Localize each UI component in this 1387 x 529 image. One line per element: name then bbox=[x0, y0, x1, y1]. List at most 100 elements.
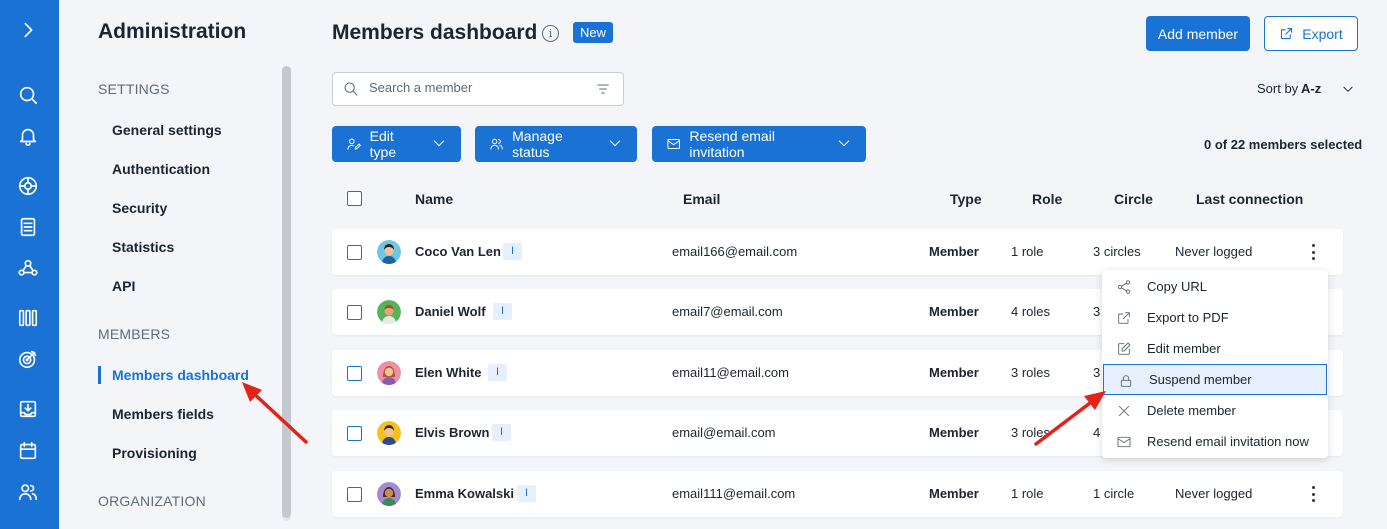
member-name[interactable]: Daniel Wolf bbox=[415, 304, 486, 319]
sidebar-item-general-settings[interactable]: General settings bbox=[112, 122, 222, 138]
target-icon[interactable] bbox=[17, 348, 39, 370]
filter-icon[interactable] bbox=[595, 81, 611, 97]
menu-item-export-pdf[interactable]: Export to PDF bbox=[1102, 302, 1328, 333]
menu-item-copy-url[interactable]: Copy URL bbox=[1102, 271, 1328, 302]
add-member-button[interactable]: Add member bbox=[1146, 16, 1250, 51]
member-type: Member bbox=[929, 304, 979, 319]
menu-item-suspend-member[interactable]: Suspend member bbox=[1103, 364, 1327, 395]
member-circle: 3 bbox=[1093, 365, 1101, 380]
chevron-right-icon[interactable] bbox=[17, 19, 39, 41]
row-checkbox[interactable] bbox=[347, 245, 362, 260]
sidebar-item-members-dashboard[interactable]: Members dashboard bbox=[112, 367, 249, 383]
member-type: Member bbox=[929, 486, 979, 501]
row-checkbox[interactable] bbox=[347, 305, 362, 320]
sort-chevron-down-icon[interactable] bbox=[1341, 82, 1355, 101]
sidebar-item-authentication[interactable]: Authentication bbox=[112, 161, 210, 177]
menu-item-edit-member[interactable]: Edit member bbox=[1102, 333, 1328, 364]
external-link-icon bbox=[1281, 27, 1293, 40]
annotation-arrow-menu bbox=[1034, 391, 1106, 446]
sidebar-item-members-fields[interactable]: Members fields bbox=[112, 406, 214, 422]
member-email: email111@email.com bbox=[672, 486, 796, 501]
search-icon bbox=[344, 82, 358, 96]
info-icon[interactable]: i bbox=[542, 25, 559, 42]
lock-icon bbox=[1120, 375, 1132, 387]
page-title: Members dashboard bbox=[332, 21, 538, 44]
member-badge: I bbox=[488, 364, 507, 381]
section-organization: ORGANIZATION bbox=[98, 493, 206, 509]
columns-icon[interactable] bbox=[17, 307, 39, 329]
menu-item-label: Copy URL bbox=[1147, 279, 1207, 294]
edit-type-button[interactable]: Edit type bbox=[332, 126, 461, 162]
member-badge: I bbox=[492, 424, 511, 441]
member-last-connection: Never logged bbox=[1175, 486, 1253, 501]
select-all-checkbox[interactable] bbox=[347, 191, 362, 206]
member-role: 1 role bbox=[1011, 244, 1044, 259]
resend-invitation-button[interactable]: Resend email invitation bbox=[652, 126, 866, 162]
row-checkbox[interactable] bbox=[347, 366, 362, 381]
bell-icon[interactable] bbox=[17, 125, 39, 147]
sidebar-item-api[interactable]: API bbox=[112, 278, 135, 294]
sidebar-scrollbar[interactable] bbox=[282, 66, 291, 518]
active-indicator bbox=[98, 366, 101, 384]
member-role: 3 roles bbox=[1011, 365, 1051, 380]
sidebar-item-provisioning[interactable]: Provisioning bbox=[112, 445, 197, 461]
icon-rail bbox=[0, 0, 59, 529]
column-header-role[interactable]: Role bbox=[1032, 191, 1062, 207]
sidebar-item-security[interactable]: Security bbox=[112, 200, 167, 216]
member-circle: 3 bbox=[1093, 304, 1101, 319]
section-settings: SETTINGS bbox=[98, 81, 170, 97]
member-name[interactable]: Emma Kowalski bbox=[415, 486, 514, 501]
admin-sidebar: Administration SETTINGS General settings… bbox=[59, 0, 293, 529]
resend-invitation-label: Resend email invitation bbox=[689, 128, 775, 160]
more-options-icon[interactable] bbox=[1303, 242, 1323, 262]
sort-value[interactable]: A-z bbox=[1301, 81, 1321, 96]
manage-status-label: Manage status bbox=[512, 128, 563, 160]
menu-item-resend-invitation[interactable]: Resend email invitation now bbox=[1102, 426, 1328, 457]
column-header-type[interactable]: Type bbox=[950, 191, 982, 207]
inbox-icon[interactable] bbox=[17, 398, 39, 420]
users-icon[interactable] bbox=[17, 481, 39, 503]
section-members: MEMBERS bbox=[98, 326, 171, 342]
search-box bbox=[332, 72, 624, 106]
sort-label: Sort by bbox=[1257, 81, 1299, 96]
edit-type-label: Edit type bbox=[369, 128, 397, 160]
chevron-down-icon bbox=[836, 135, 852, 154]
member-circle: 3 circles bbox=[1093, 244, 1141, 259]
member-name[interactable]: Elen White bbox=[415, 365, 481, 380]
member-email: email@email.com bbox=[672, 425, 776, 440]
member-badge: I bbox=[517, 485, 536, 502]
column-header-name[interactable]: Name bbox=[415, 191, 453, 207]
row-checkbox[interactable] bbox=[347, 426, 362, 441]
row-checkbox[interactable] bbox=[347, 487, 362, 502]
member-email: email166@email.com bbox=[672, 244, 798, 259]
column-header-circle[interactable]: Circle bbox=[1114, 191, 1153, 207]
member-type: Member bbox=[929, 244, 979, 259]
menu-item-label: Suspend member bbox=[1149, 372, 1252, 387]
search-icon[interactable] bbox=[17, 84, 39, 106]
external-link-icon bbox=[1118, 312, 1130, 324]
user-edit-icon bbox=[347, 138, 361, 150]
member-email: email7@email.com bbox=[672, 304, 783, 319]
table-row[interactable]: Emma Kowalski I email111@email.com Membe… bbox=[332, 471, 1343, 517]
globe-icon[interactable] bbox=[17, 175, 39, 197]
export-label: Export bbox=[1302, 25, 1343, 42]
chevron-down-icon bbox=[607, 135, 623, 154]
new-badge: New bbox=[573, 22, 614, 43]
calendar-icon[interactable] bbox=[17, 440, 39, 462]
manage-status-button[interactable]: Manage status bbox=[475, 126, 637, 162]
member-name[interactable]: Coco Van Len bbox=[415, 244, 501, 259]
menu-item-delete-member[interactable]: Delete member bbox=[1102, 395, 1328, 426]
sidebar-item-statistics[interactable]: Statistics bbox=[112, 239, 174, 255]
column-header-last-connection[interactable]: Last connection bbox=[1196, 191, 1303, 207]
people-network-icon[interactable] bbox=[17, 257, 39, 279]
column-header-email[interactable]: Email bbox=[683, 191, 720, 207]
member-name[interactable]: Elvis Brown bbox=[415, 425, 489, 440]
row-context-menu: Copy URL Export to PDF Edit member Suspe… bbox=[1102, 270, 1328, 458]
menu-item-label: Export to PDF bbox=[1147, 310, 1229, 325]
export-button[interactable]: Export bbox=[1264, 16, 1358, 51]
search-input[interactable] bbox=[369, 80, 579, 95]
share-icon bbox=[1117, 280, 1131, 294]
table-row[interactable]: Coco Van Len I email166@email.com Member… bbox=[332, 229, 1343, 275]
document-icon[interactable] bbox=[17, 216, 39, 238]
more-options-icon[interactable] bbox=[1303, 484, 1323, 504]
